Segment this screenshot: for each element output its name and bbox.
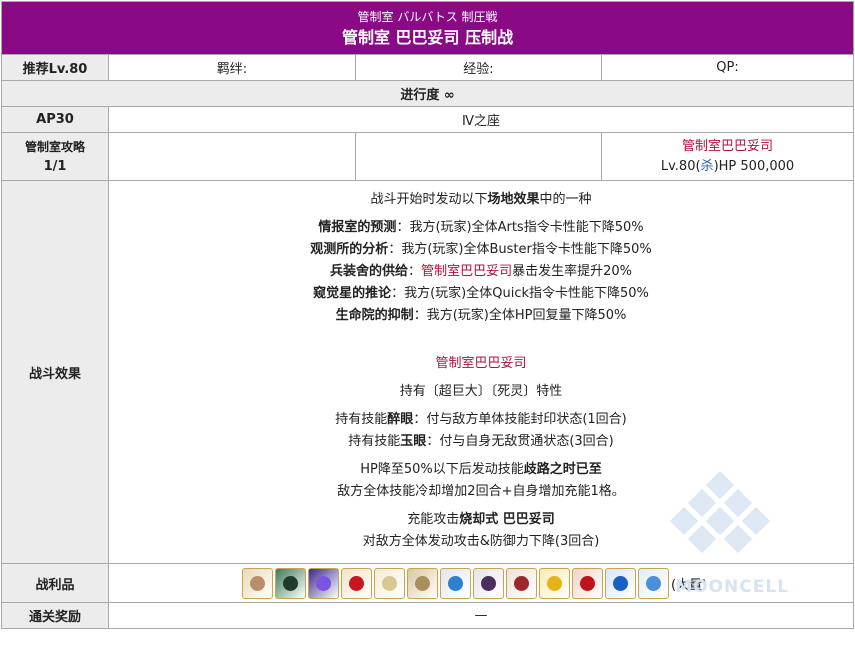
progress-label: 进行度 ∞ bbox=[0, 80, 855, 107]
battle-effects-label: 战斗效果 bbox=[1, 180, 109, 564]
red-gem-icon[interactable] bbox=[572, 567, 603, 599]
quest-title-cn: 管制室 巴巴妥司 压制战 bbox=[341, 28, 514, 47]
exp-label: 经验: bbox=[355, 54, 602, 81]
qp-label: QP: bbox=[600, 54, 855, 81]
field-effect-2: 观测所的分析：我方(玩家)全体Buster指令卡性能下降50% bbox=[310, 242, 652, 257]
stage-count: 1/1 bbox=[43, 158, 67, 174]
battle-effects-cell: 战斗开始时发动以下场地效果中的一种 情报室的预测：我方(玩家)全体Arts指令卡… bbox=[107, 180, 855, 564]
blue-shard-icon[interactable] bbox=[638, 567, 669, 599]
drop-list bbox=[242, 567, 671, 599]
gold-star-icon[interactable] bbox=[539, 567, 570, 599]
boss-skill-2: 持有技能玉眼：付与自身无敌贯通状态(3回合) bbox=[348, 434, 614, 449]
drops-cell: (大量) bbox=[107, 563, 855, 603]
clear-reward-value: — bbox=[107, 602, 855, 629]
enemy-level: Lv.80( bbox=[660, 158, 701, 174]
battle-effects: 战斗开始时发动以下场地效果中的一种 情报室的预测：我方(玩家)全体Arts指令卡… bbox=[109, 185, 853, 559]
stage-label: 管制室攻略 bbox=[24, 139, 85, 154]
drops-suffix: (大量) bbox=[671, 577, 708, 593]
enemy-hp: )HP 500,000 bbox=[713, 158, 795, 174]
ap-cost: AP30 bbox=[1, 106, 109, 133]
boss-hp-trigger: HP降至50%以下后发动技能歧路之时已至 bbox=[360, 462, 602, 477]
boss-traits: 持有〔超巨大〕〔死灵〕特性 bbox=[399, 384, 563, 399]
quest-location: Ⅳ之座 bbox=[107, 106, 855, 133]
blue-lantern-icon[interactable] bbox=[440, 567, 471, 599]
enemy-stats: Lv.80(杀)HP 500,000 bbox=[602, 157, 853, 177]
enemy-slot-1 bbox=[108, 132, 356, 181]
quest-table: 管制室 バルバトス 制圧戦 管制室 巴巴妥司 压制战 推荐Lv.80 羁绊: 经… bbox=[0, 1, 855, 629]
stage-label-cell: 管制室攻略 1/1 bbox=[1, 132, 109, 181]
boss-hp-trigger-effect: 敌方全体技能冷却增加2回合+自身增加充能1格。 bbox=[337, 484, 625, 499]
quest-header: 管制室 バルバトス 制圧戦 管制室 巴巴妥司 压制战 bbox=[0, 1, 855, 55]
bone-icon[interactable] bbox=[506, 567, 537, 599]
recommended-level: 推荐Lv.80 bbox=[1, 54, 109, 81]
field-effect-3-enemy-link[interactable]: 管制室巴巴妥司 bbox=[421, 264, 512, 279]
enemy-class[interactable]: 杀 bbox=[701, 159, 714, 174]
field-effect-5: 生命院的抑制：我方(玩家)全体HP回复量下降50% bbox=[335, 308, 627, 323]
green-wing-icon[interactable] bbox=[275, 567, 306, 599]
quest-page: 管制室 バルバトス 制圧戦 管制室 巴巴妥司 压制战 推荐Lv.80 羁绊: 经… bbox=[0, 0, 855, 649]
enemy-slot-3: 管制室巴巴妥司 Lv.80(杀)HP 500,000 bbox=[600, 132, 855, 181]
enemy-name[interactable]: 管制室巴巴妥司 bbox=[602, 137, 853, 157]
scroll-icon[interactable] bbox=[374, 567, 405, 599]
red-orb-icon[interactable] bbox=[341, 567, 372, 599]
purple-crystal-icon[interactable] bbox=[308, 567, 339, 599]
saint-quartz-card-icon[interactable] bbox=[242, 567, 273, 599]
enemy-slot-2 bbox=[355, 132, 602, 181]
boss-np: 充能攻击烧却式 巴巴妥司 bbox=[407, 512, 555, 527]
shell-icon[interactable] bbox=[407, 567, 438, 599]
field-effect-3: 兵装舍的供给：管制室巴巴妥司暴击发生率提升20% bbox=[330, 264, 632, 279]
field-effect-1: 情报室的预测：我方(玩家)全体Arts指令卡性能下降50% bbox=[318, 220, 644, 235]
boss-skill-1: 持有技能醉眼：付与敌方单体技能封印状态(1回合) bbox=[335, 412, 627, 427]
blue-gem-icon[interactable] bbox=[605, 567, 636, 599]
quest-title-jp: 管制室 バルバトス 制圧戦 bbox=[357, 10, 498, 24]
field-effect-4: 窥觉星的推论：我方(玩家)全体Quick指令卡性能下降50% bbox=[313, 286, 649, 301]
dark-crystal-icon[interactable] bbox=[473, 567, 504, 599]
clear-reward-label: 通关奖励 bbox=[1, 602, 109, 629]
drops-label: 战利品 bbox=[1, 563, 109, 603]
boss-np-effect: 对敌方全体发动攻击&防御力下降(3回合) bbox=[362, 534, 600, 549]
boss-name-link[interactable]: 管制室巴巴妥司 bbox=[109, 353, 853, 375]
bond-label: 羁绊: bbox=[108, 54, 356, 81]
effects-intro: 战斗开始时发动以下场地效果中的一种 bbox=[370, 192, 592, 207]
